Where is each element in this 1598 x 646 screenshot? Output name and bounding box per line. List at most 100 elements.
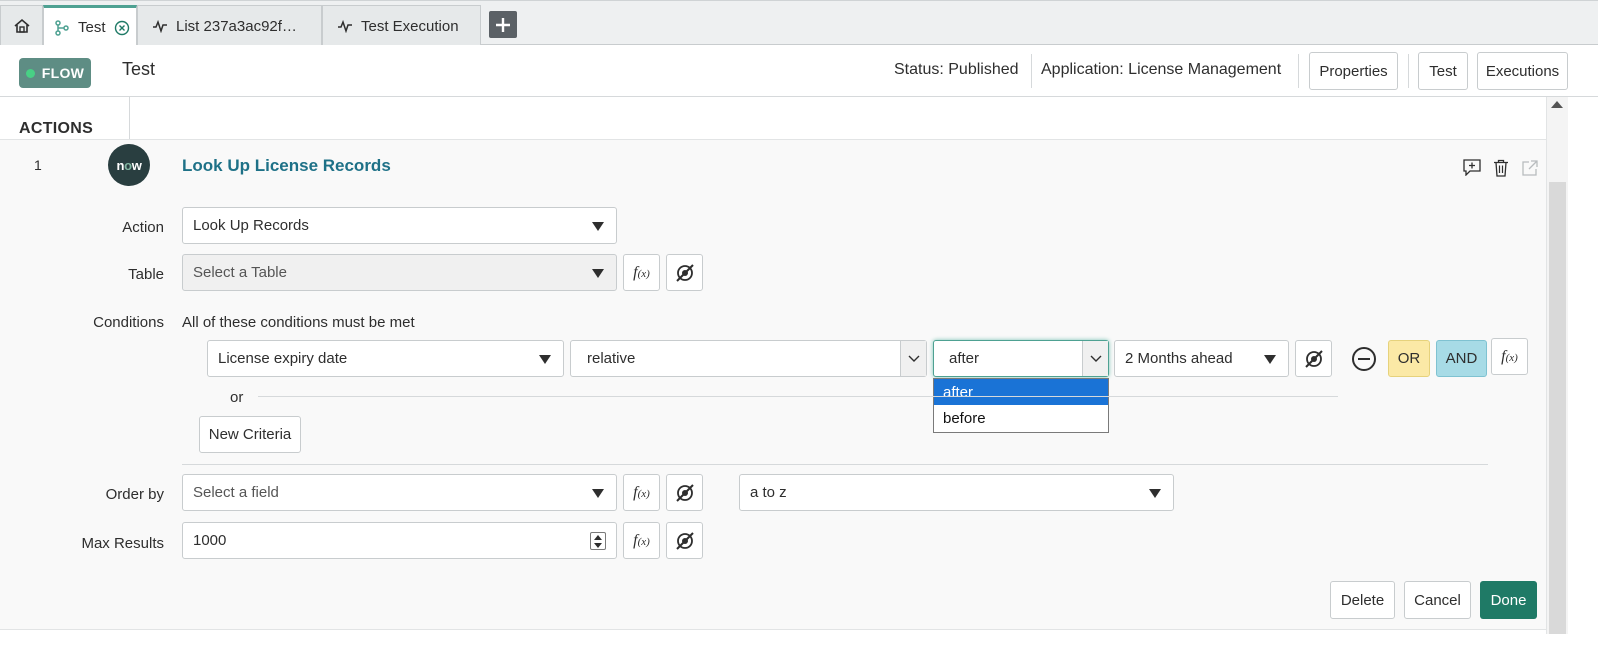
delete-button[interactable]: Delete: [1330, 581, 1395, 619]
scrollbar[interactable]: [1546, 97, 1568, 634]
step-number: 1: [34, 157, 42, 173]
function-button[interactable]: f(x): [623, 522, 660, 559]
chevron-down-icon: [1264, 355, 1276, 364]
dropdown-option[interactable]: after: [934, 379, 1108, 405]
max-results-label: Max Results: [81, 535, 164, 552]
tab-test-execution[interactable]: Test Execution: [322, 5, 481, 46]
data-pill-icon: [1304, 349, 1324, 369]
status-dot-icon: [25, 68, 35, 78]
function-button[interactable]: f(x): [623, 254, 660, 291]
add-comment-icon[interactable]: [1463, 159, 1481, 177]
tab-label: List 237a3ac92f…: [176, 17, 297, 35]
application-text: Application: License Management: [1041, 61, 1282, 78]
or-separator: or: [230, 389, 244, 406]
condition-direction-select[interactable]: after: [933, 340, 1109, 377]
action-select[interactable]: Look Up Records: [182, 207, 617, 244]
function-icon: f(x): [1501, 347, 1518, 365]
step-title[interactable]: Look Up License Records: [182, 156, 391, 176]
execution-icon: [152, 19, 168, 33]
divider: [1298, 54, 1299, 88]
data-pill-icon: [675, 263, 695, 283]
minus-icon: [1358, 358, 1370, 360]
table-select[interactable]: Select a Table: [182, 254, 617, 291]
conditions-label: Conditions: [93, 314, 164, 331]
executions-button[interactable]: Executions: [1477, 52, 1568, 90]
action-step-panel: 1 now Look Up License Records Action Loo…: [0, 139, 1568, 630]
table-placeholder: Select a Table: [193, 264, 287, 281]
scroll-up-icon[interactable]: [1551, 101, 1563, 108]
condition-operator-value: relative: [587, 350, 636, 367]
home-tab[interactable]: [0, 5, 43, 46]
tab-strip: Test List 237a3ac92f… Test Execution: [0, 0, 1598, 47]
servicenow-logo-icon: now: [108, 144, 150, 186]
number-spinner-icon[interactable]: [590, 532, 606, 550]
condition-operator-select[interactable]: relative: [570, 340, 927, 377]
sort-direction-value: a to z: [750, 484, 787, 501]
dropdown-option[interactable]: before: [934, 405, 1108, 431]
order-by-select[interactable]: Select a field: [182, 474, 617, 511]
done-button[interactable]: Done: [1480, 581, 1537, 619]
max-results-input[interactable]: 1000: [182, 522, 617, 559]
open-external-icon[interactable]: [1521, 159, 1539, 177]
test-button[interactable]: Test: [1418, 52, 1468, 90]
divider: [182, 464, 1488, 465]
tab-label: Test Execution: [361, 17, 459, 35]
tab-list[interactable]: List 237a3ac92f…: [137, 5, 322, 46]
page-title: Test: [122, 59, 156, 79]
action-label: Action: [122, 219, 164, 236]
properties-button[interactable]: Properties: [1309, 52, 1398, 90]
chevron-down-icon: [592, 269, 604, 278]
close-tab-icon[interactable]: [114, 20, 130, 36]
add-tab-button[interactable]: [489, 11, 517, 38]
condition-value: 2 Months ahead: [1125, 350, 1233, 367]
function-icon: f(x): [633, 263, 650, 281]
divider: [1031, 54, 1032, 88]
chevron-down-icon: [592, 489, 604, 498]
condition-field-value: License expiry date: [218, 350, 348, 367]
status-text: Status: Published: [894, 61, 1019, 78]
divider: [1408, 54, 1409, 88]
function-icon: f(x): [633, 483, 650, 501]
trash-icon[interactable]: [1493, 159, 1509, 177]
data-pill-picker-button[interactable]: [666, 254, 703, 291]
order-by-label: Order by: [105, 486, 164, 503]
chevron-down-icon: [539, 355, 551, 364]
actions-section-label: ACTIONS: [19, 120, 94, 137]
order-by-placeholder: Select a field: [193, 484, 279, 501]
table-label: Table: [128, 266, 164, 283]
chevron-down-icon: [1149, 489, 1161, 498]
function-button[interactable]: f(x): [623, 474, 660, 511]
tab-label: Test: [78, 19, 106, 36]
tab-test[interactable]: Test: [43, 5, 137, 47]
sort-direction-select[interactable]: a to z: [739, 474, 1174, 511]
data-pill-icon: [675, 531, 695, 551]
divider: [258, 396, 1338, 397]
new-criteria-button[interactable]: New Criteria: [199, 416, 301, 453]
conditions-header: All of these conditions must be met: [182, 314, 415, 331]
flow-designer-body: ACTIONS 1 now Look Up License Records Ac…: [0, 97, 1568, 646]
and-button[interactable]: AND: [1436, 340, 1487, 377]
flow-header: FLOW Test Status: Published Application:…: [0, 45, 1598, 97]
direction-dropdown-list: after before: [933, 378, 1109, 433]
chevron-down-icon: [900, 341, 926, 376]
flow-badge: FLOW: [19, 58, 91, 88]
data-pill-picker-button[interactable]: [666, 522, 703, 559]
condition-field-select[interactable]: License expiry date: [207, 340, 564, 377]
remove-condition-button[interactable]: [1352, 347, 1376, 371]
data-pill-picker-button[interactable]: [1295, 340, 1332, 377]
cancel-button[interactable]: Cancel: [1404, 581, 1471, 619]
function-button[interactable]: f(x): [1491, 338, 1528, 375]
function-icon: f(x): [633, 531, 650, 549]
max-results-value: 1000: [193, 532, 227, 549]
flow-badge-label: FLOW: [41, 65, 85, 81]
data-pill-icon: [675, 483, 695, 503]
step-toolbar: [1463, 159, 1539, 177]
plus-icon: [495, 17, 511, 33]
condition-direction-value: after: [949, 350, 980, 367]
chevron-down-icon: [592, 222, 604, 231]
divider: [129, 97, 130, 139]
data-pill-picker-button[interactable]: [666, 474, 703, 511]
condition-value-select[interactable]: 2 Months ahead: [1114, 340, 1289, 377]
scrollbar-thumb[interactable]: [1549, 182, 1566, 634]
or-button[interactable]: OR: [1388, 340, 1430, 377]
